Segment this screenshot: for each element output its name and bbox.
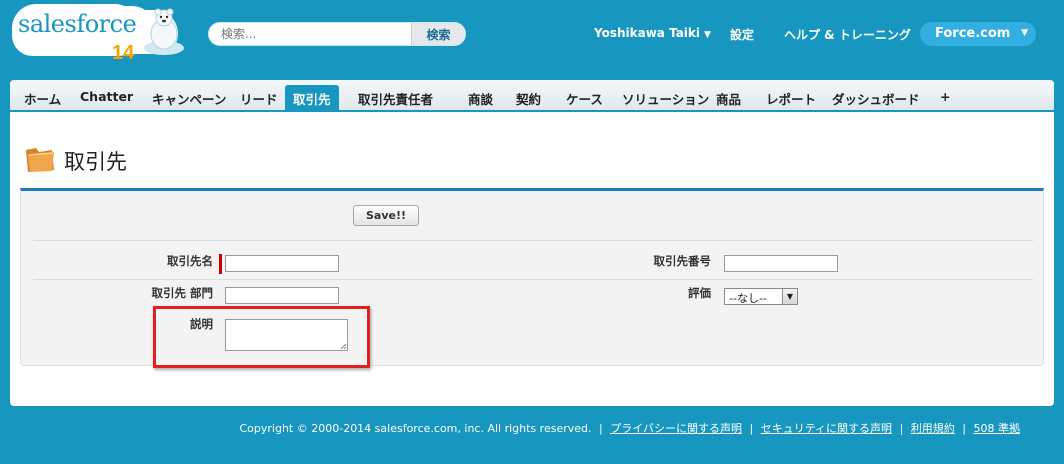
description-textarea[interactable] bbox=[225, 319, 348, 351]
folder-icon bbox=[26, 148, 54, 172]
rating-select[interactable]: --なし-- ▼ bbox=[724, 288, 798, 305]
save-button[interactable]: Save!! bbox=[353, 205, 419, 226]
help-training-link[interactable]: ヘルプ & トレーニング bbox=[784, 26, 911, 43]
tab-reports[interactable]: レポート bbox=[758, 85, 824, 112]
polar-bear-icon bbox=[144, 8, 184, 55]
page-title: 取引先 bbox=[64, 150, 127, 174]
divider bbox=[33, 240, 1033, 241]
terms-of-use-link[interactable]: 利用規約 bbox=[911, 422, 955, 435]
tab-accounts[interactable]: 取引先 bbox=[285, 85, 339, 112]
tab-dashboards[interactable]: ダッシュボード bbox=[824, 85, 928, 112]
tab-contracts[interactable]: 契約 bbox=[508, 85, 549, 112]
header: salesforce 14 検索 Yoshikawa Taiki▼ 設定 ヘルプ… bbox=[0, 0, 1064, 68]
footer-separator: | bbox=[899, 422, 904, 435]
footer-separator: | bbox=[599, 422, 603, 435]
divider bbox=[33, 279, 1033, 280]
footer-separator: | bbox=[962, 422, 966, 435]
tab-products[interactable]: 商品 bbox=[708, 85, 749, 112]
required-indicator bbox=[219, 254, 222, 274]
salesforce-logo[interactable]: salesforce 14 bbox=[12, 4, 188, 64]
tab-campaigns[interactable]: キャンペーン bbox=[144, 85, 234, 112]
tab-contacts[interactable]: 取引先責任者 bbox=[350, 85, 441, 112]
tab-bar: ホーム Chatter キャンペーン リード 取引先 取引先責任者 商談 契約 … bbox=[10, 80, 1054, 112]
division-label: 取引先 部門 bbox=[151, 286, 213, 300]
resize-grip-icon[interactable] bbox=[340, 343, 347, 350]
tab-cases[interactable]: ケース bbox=[558, 85, 611, 112]
security-statement-link[interactable]: セキュリティに関する声明 bbox=[761, 422, 892, 435]
footer: Copyright © 2000-2014 salesforce.com, in… bbox=[0, 420, 1020, 436]
tab-home[interactable]: ホーム bbox=[16, 85, 69, 112]
tab-opportunities[interactable]: 商談 bbox=[460, 85, 501, 112]
section-508-link[interactable]: 508 準拠 bbox=[974, 422, 1021, 435]
app-menu-label: Force.com bbox=[935, 26, 1011, 41]
rating-label: 評価 bbox=[688, 286, 711, 300]
logo-version-number: 14 bbox=[112, 42, 135, 64]
search-button[interactable]: 検索 bbox=[411, 23, 465, 45]
chevron-down-icon: ▼ bbox=[1021, 28, 1028, 38]
account-number-input[interactable] bbox=[724, 255, 838, 272]
description-label: 説明 bbox=[190, 317, 213, 331]
user-name: Yoshikawa Taiki bbox=[594, 26, 701, 40]
rating-selected-value: --なし-- bbox=[729, 292, 767, 305]
account-name-label: 取引先名 bbox=[167, 254, 213, 268]
chevron-down-icon: ▼ bbox=[782, 289, 797, 304]
tab-leads[interactable]: リード bbox=[232, 85, 286, 112]
account-number-label: 取引先番号 bbox=[653, 254, 712, 268]
main-content: ホーム Chatter キャンペーン リード 取引先 取引先責任者 商談 契約 … bbox=[10, 80, 1054, 406]
privacy-statement-link[interactable]: プライバシーに関する声明 bbox=[610, 422, 742, 435]
search-box: 検索 bbox=[208, 22, 466, 46]
division-input[interactable] bbox=[225, 287, 339, 304]
copyright-text: Copyright © 2000-2014 salesforce.com, in… bbox=[239, 422, 592, 435]
user-menu[interactable]: Yoshikawa Taiki ▼ bbox=[594, 26, 711, 40]
chevron-down-icon: ▼ bbox=[704, 30, 711, 40]
search-input[interactable] bbox=[209, 23, 411, 45]
tab-all-tabs[interactable]: + bbox=[932, 85, 958, 112]
logo-text: salesforce bbox=[18, 10, 137, 38]
tab-solutions[interactable]: ソリューション bbox=[614, 85, 717, 112]
app-menu[interactable]: Force.com ▼ bbox=[920, 22, 1036, 46]
setup-link[interactable]: 設定 bbox=[730, 26, 754, 43]
account-name-input[interactable] bbox=[225, 255, 339, 272]
footer-separator: | bbox=[749, 422, 754, 435]
account-edit-form: Save!! 取引先名 取引先番号 取引先 部門 評価 --なし-- ▼ 説明 bbox=[20, 188, 1044, 366]
tab-chatter[interactable]: Chatter bbox=[72, 85, 141, 112]
